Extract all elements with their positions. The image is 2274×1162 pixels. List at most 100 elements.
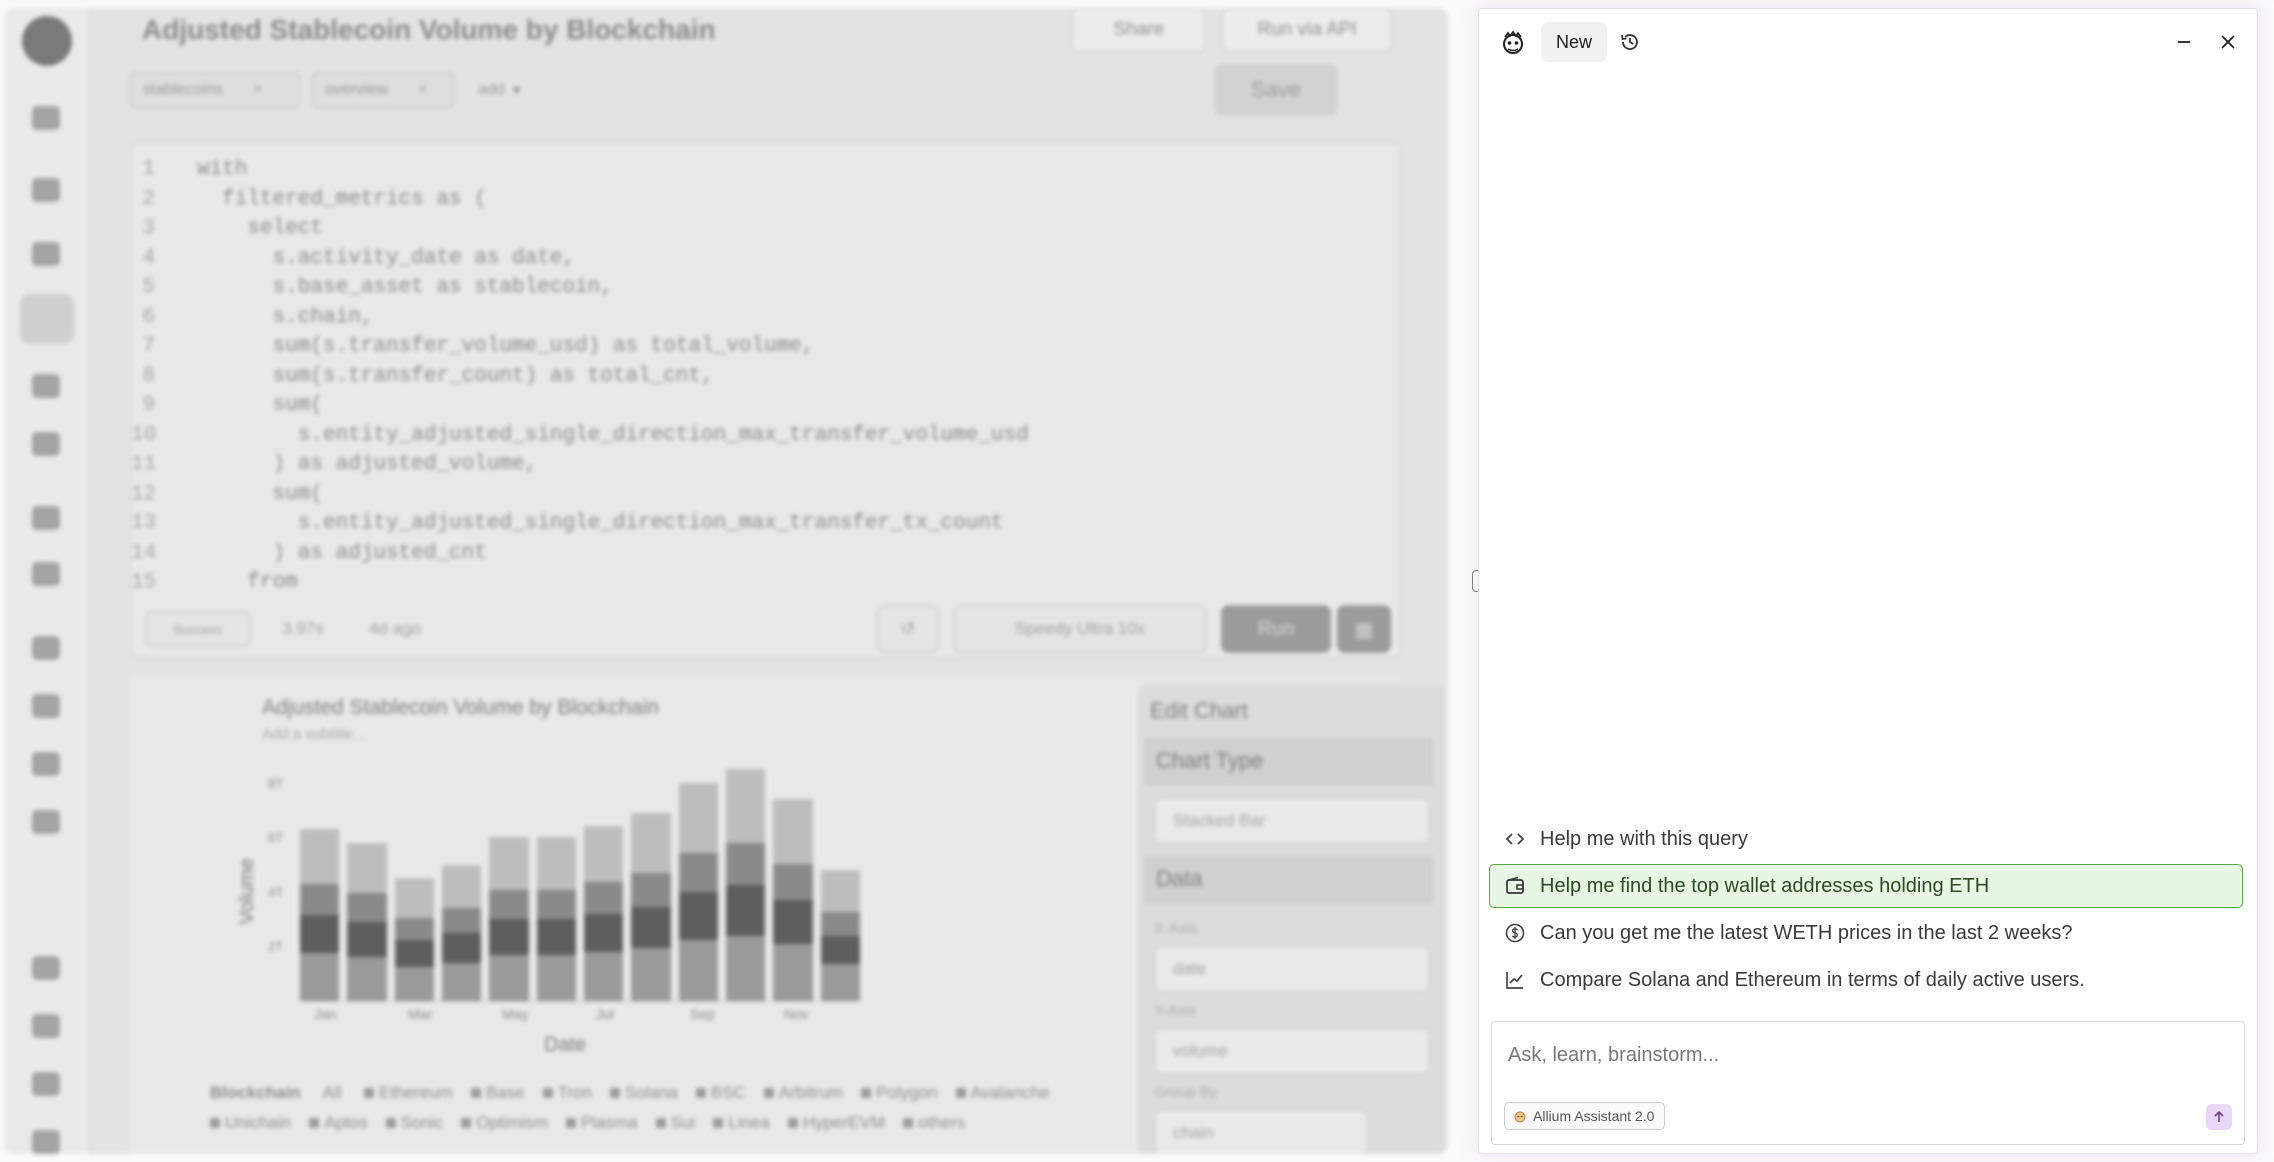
bar-Jun[interactable] — [536, 837, 576, 1001]
close-icon[interactable]: × — [418, 81, 427, 99]
app-logo[interactable] — [22, 16, 72, 66]
history-icon[interactable] — [1619, 31, 1641, 53]
legend-item[interactable]: others — [903, 1113, 965, 1132]
integrations-icon[interactable] — [32, 752, 60, 776]
phone-icon[interactable] — [32, 506, 60, 530]
legend-item[interactable]: Ethereum — [364, 1083, 453, 1102]
legend-item[interactable]: Unichain — [210, 1113, 291, 1132]
legend-all[interactable]: All — [323, 1083, 342, 1102]
bar-Dec[interactable] — [820, 870, 860, 1001]
code-line[interactable]: 14 ) as adjusted_cnt — [131, 539, 1029, 569]
bar-Feb[interactable] — [347, 842, 387, 1001]
code-nav-icon[interactable] — [32, 636, 60, 660]
code-line[interactable]: 13 s.entity_adjusted_single_direction_ma… — [131, 509, 1029, 539]
chart-title[interactable]: Adjusted Stablecoin Volume by Blockchain — [262, 696, 659, 720]
add-tag-button[interactable]: add ▾ — [466, 72, 542, 108]
suggestion-item[interactable]: Can you get me the latest WETH prices in… — [1489, 911, 2243, 955]
close-icon[interactable]: × — [253, 81, 262, 99]
run-button[interactable]: Run — [1221, 605, 1331, 653]
share-button[interactable]: Share — [1072, 8, 1206, 52]
chat-input[interactable] — [1508, 1044, 2208, 1067]
bar-segment — [536, 919, 576, 956]
legend-item[interactable]: Avalanche — [955, 1083, 1050, 1102]
bar-Jul[interactable] — [583, 826, 624, 1001]
legend-item[interactable]: Linea — [713, 1113, 770, 1132]
bar-Mar[interactable] — [394, 878, 434, 1001]
send-button[interactable] — [2206, 1104, 2232, 1130]
engine-select[interactable]: Speedy Ultra 10x — [953, 605, 1207, 653]
legend-item[interactable]: Optimism — [461, 1113, 548, 1132]
legend-item[interactable]: Solana — [609, 1083, 678, 1102]
history-button[interactable]: ↺ — [877, 605, 939, 653]
y-axis-select[interactable]: volume — [1154, 1028, 1430, 1074]
settings-icon[interactable] — [32, 1072, 60, 1096]
schedule-button[interactable]: ▦ — [1337, 605, 1391, 653]
sql-editor[interactable]: 1 with 2 filtered_metrics as (3 select 4 s.… — [130, 142, 1400, 658]
bar-Nov[interactable] — [773, 799, 813, 1001]
suggestion-item-selected[interactable]: Help me find the top wallet addresses ho… — [1489, 864, 2243, 908]
legend-item[interactable]: HyperEVM — [787, 1113, 885, 1132]
close-icon[interactable] — [2217, 31, 2239, 53]
code-line[interactable]: 11 ) as adjusted_volume, — [131, 450, 1029, 480]
share-nav-icon[interactable] — [32, 810, 60, 834]
explorer-icon[interactable] — [20, 294, 74, 344]
x-tick-label: Nov — [784, 1006, 809, 1022]
bar-Sep[interactable] — [678, 782, 718, 1001]
legend-item[interactable]: Arbitrum — [763, 1083, 843, 1102]
code-line[interactable]: 5 s.base_asset as stablecoin, — [131, 273, 1029, 303]
query-title[interactable]: Adjusted Stablecoin Volume by Blockchain — [142, 14, 716, 46]
code-line[interactable]: 3 select — [131, 214, 1029, 244]
upload-icon[interactable] — [32, 432, 60, 456]
chart-type-select[interactable]: Stacked Bar — [1154, 798, 1430, 844]
group-by-select[interactable]: chain — [1154, 1110, 1368, 1154]
legend-item[interactable]: Sonic — [385, 1113, 443, 1132]
feedback-icon[interactable] — [32, 1014, 60, 1038]
new-chat-button[interactable]: New — [1541, 22, 1607, 62]
code-line[interactable]: 2 filtered_metrics as ( — [131, 185, 1029, 215]
suggestion-item[interactable]: Compare Solana and Ethereum in terms of … — [1489, 958, 2243, 1002]
chart-subtitle[interactable]: Add a subtitle... — [262, 726, 365, 743]
bar-May[interactable] — [489, 837, 529, 1001]
bar-segment — [489, 889, 529, 920]
save-button[interactable]: Save — [1214, 64, 1338, 116]
legend-item[interactable]: Plasma — [565, 1113, 638, 1132]
legend-item[interactable]: Base — [470, 1083, 525, 1102]
code-line[interactable]: 10 s.entity_adjusted_single_direction_ma… — [131, 421, 1029, 451]
code-line[interactable]: 12 sum( — [131, 480, 1029, 510]
code-line[interactable]: 6 s.chain, — [131, 303, 1029, 333]
code-lines[interactable]: 1 with 2 filtered_metrics as (3 select 4 s.… — [131, 155, 1029, 598]
code-line[interactable]: 8 sum(s.transfer_count) as total_cnt, — [131, 362, 1029, 392]
legend-item[interactable]: Sui — [655, 1113, 695, 1132]
theme-icon[interactable] — [32, 956, 60, 980]
code-line[interactable]: 7 sum(s.transfer_volume_usd) as total_vo… — [131, 332, 1029, 362]
results-area: Adjusted Stablecoin Volume by Blockchain… — [130, 678, 1444, 1154]
tag-chip[interactable]: overview × — [312, 72, 454, 108]
legend-item[interactable]: BSC — [695, 1083, 746, 1102]
api-icon[interactable] — [32, 562, 60, 586]
code-line[interactable]: 9 sum( — [131, 391, 1029, 421]
dashboard-icon[interactable] — [32, 242, 60, 266]
code-line[interactable]: 1 with — [131, 155, 1029, 185]
bar-Aug[interactable] — [631, 812, 671, 1001]
suggestion-item[interactable]: Help me with this query — [1489, 817, 2243, 861]
search-icon[interactable] — [32, 106, 60, 130]
collapse-icon[interactable] — [32, 1130, 60, 1154]
tag-chip[interactable]: stablecoins × — [130, 72, 300, 108]
minimize-icon[interactable] — [2173, 31, 2195, 53]
code-line[interactable]: 4 s.activity_date as date, — [131, 244, 1029, 274]
legend-item[interactable]: Aptos — [309, 1113, 368, 1132]
new-query-icon[interactable] — [32, 178, 60, 202]
line-number: 6 — [142, 305, 155, 329]
model-selector[interactable]: Allium Assistant 2.0 — [1504, 1102, 1666, 1130]
bar-Jan[interactable] — [300, 829, 340, 1001]
x-axis-select[interactable]: date — [1154, 946, 1430, 992]
bar-segment — [536, 837, 576, 890]
legend-item[interactable]: Tron — [542, 1083, 592, 1102]
bar-Oct[interactable] — [725, 769, 766, 1001]
run-via-api-button[interactable]: Run via API — [1222, 8, 1392, 52]
table-icon[interactable] — [32, 374, 60, 398]
bar-Apr[interactable] — [441, 864, 482, 1001]
legend-item[interactable]: Polygon — [861, 1083, 938, 1102]
calendar-icon[interactable] — [32, 694, 60, 718]
code-line[interactable]: 15 from — [131, 568, 1029, 598]
